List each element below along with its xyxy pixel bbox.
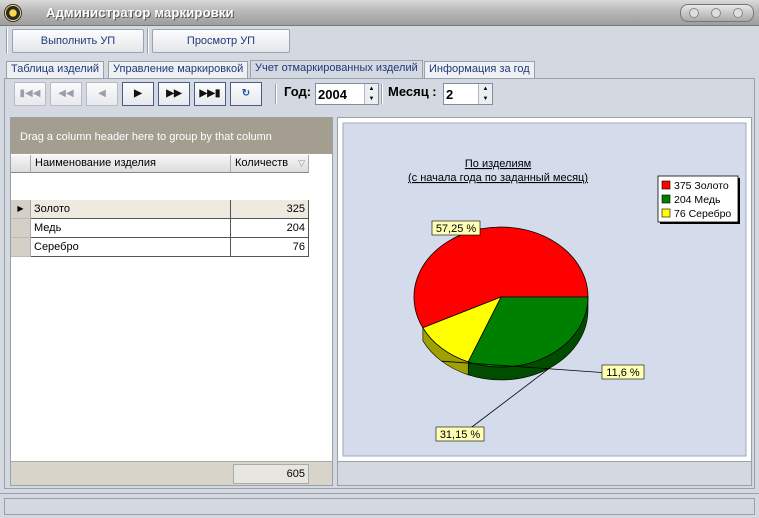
status-bar: [0, 493, 759, 518]
grid-corner: [11, 155, 31, 173]
tab-marked-accounting[interactable]: Учет отмаркированных изделий: [250, 60, 423, 78]
prior-page-icon[interactable]: ◀◀: [50, 82, 82, 106]
spin-up-icon[interactable]: ▲: [364, 84, 378, 94]
year-spinner[interactable]: 2004 ▲ ▼: [315, 83, 379, 105]
maximize-icon[interactable]: [711, 8, 721, 18]
close-icon[interactable]: [733, 8, 743, 18]
filter-separator: [381, 84, 383, 104]
chart-panel: По изделиям (с начала года по заданный ме…: [337, 117, 752, 486]
cell-name[interactable]: Медь: [31, 219, 231, 238]
cell-qty[interactable]: 204: [231, 219, 309, 238]
app-icon: [4, 4, 22, 22]
spin-down-icon[interactable]: ▼: [478, 94, 492, 104]
window-controls[interactable]: [680, 4, 754, 22]
tab-year-info[interactable]: Информация за год: [424, 61, 535, 78]
status-panel: [4, 498, 755, 515]
tab-marking-control[interactable]: Управление маркировкой: [108, 61, 249, 78]
cell-qty[interactable]: 325: [231, 200, 309, 219]
column-header-qty[interactable]: Количеств ▽: [231, 155, 309, 173]
percent-label-0: 57,25 %: [436, 223, 477, 235]
spin-up-icon[interactable]: ▲: [478, 84, 492, 94]
month-spinner[interactable]: 2 ▲ ▼: [443, 83, 493, 105]
pie-chart: По изделиям (с начала года по заданный ме…: [342, 122, 747, 457]
products-grid[interactable]: Drag a column header here to group by th…: [10, 117, 333, 486]
chart-subtitle: (с начала года по заданный месяц): [408, 172, 588, 184]
first-icon[interactable]: ▮◀◀: [14, 82, 46, 106]
legend-entry-0: 375 Золото: [674, 180, 729, 192]
filter-icon[interactable]: ▽: [298, 155, 305, 171]
percent-label-1: 31,15 %: [440, 429, 481, 441]
title-bar[interactable]: Администратор маркировки: [0, 0, 759, 26]
legend-entry-1: 204 Медь: [674, 194, 721, 206]
view-program-button[interactable]: Просмотр УП: [152, 29, 290, 53]
prior-icon[interactable]: ◀: [86, 82, 118, 106]
tab-products-table[interactable]: Таблица изделий: [6, 61, 105, 78]
grid-footer: 605: [11, 461, 332, 485]
run-program-button[interactable]: Выполнить УП: [12, 29, 144, 53]
nav-separator: [275, 84, 277, 104]
last-icon[interactable]: ▶▶▮: [194, 82, 226, 106]
minimize-icon[interactable]: [689, 8, 699, 18]
chart-footer: [338, 461, 751, 485]
year-value[interactable]: 2004: [318, 87, 347, 102]
toolbar-separator: [6, 28, 8, 54]
legend-swatch-0: [661, 180, 671, 190]
refresh-icon[interactable]: ↻: [230, 82, 262, 106]
legend-entry-2: 76 Серебро: [674, 208, 731, 220]
year-label: Год:: [284, 84, 312, 99]
toolbar-separator: [147, 28, 149, 54]
row-indicator[interactable]: [11, 238, 31, 257]
group-by-area[interactable]: Drag a column header here to group by th…: [11, 118, 332, 154]
cell-name[interactable]: Золото: [31, 200, 231, 219]
cell-name[interactable]: Серебро: [31, 238, 231, 257]
row-indicator-icon[interactable]: ▶: [11, 200, 31, 219]
spin-down-icon[interactable]: ▼: [364, 94, 378, 104]
next-icon[interactable]: ▶: [122, 82, 154, 106]
window-body: Выполнить УП Просмотр УП Таблица изделий…: [0, 26, 759, 518]
window-title: Администратор маркировки: [46, 5, 234, 20]
row-indicator[interactable]: [11, 219, 31, 238]
month-label: Месяц :: [388, 84, 437, 99]
legend-swatch-1: [661, 194, 671, 204]
month-value[interactable]: 2: [446, 87, 453, 102]
chart-title: По изделиям: [465, 158, 531, 170]
column-header-qty-label: Количеств: [235, 157, 289, 169]
cell-qty[interactable]: 76: [231, 238, 309, 257]
total-qty: 605: [233, 464, 309, 484]
column-header-name[interactable]: Наименование изделия: [31, 155, 231, 173]
legend-swatch-2: [661, 208, 671, 218]
percent-label-2: 11,6 %: [606, 367, 640, 379]
next-page-icon[interactable]: ▶▶: [158, 82, 190, 106]
